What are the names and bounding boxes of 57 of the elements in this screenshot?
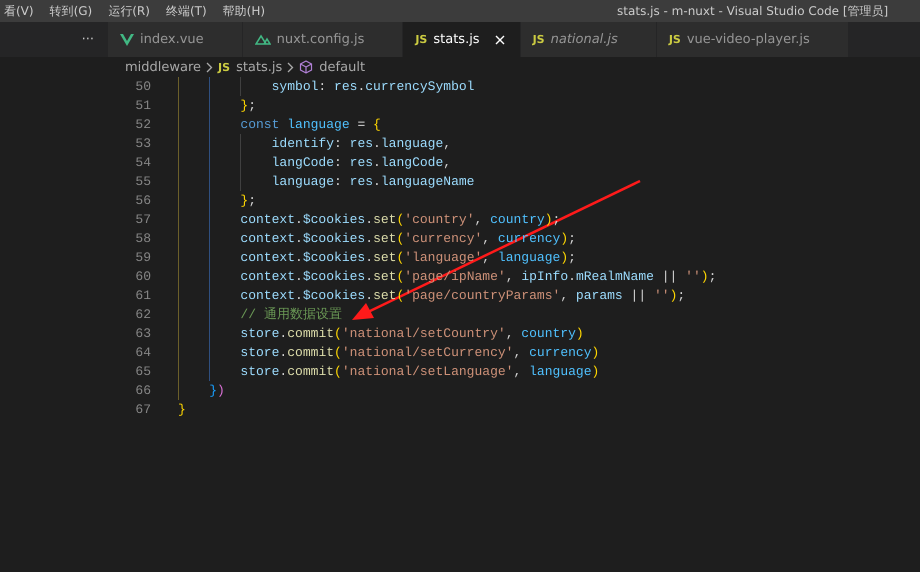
editor-tab[interactable]: JS national.js: [520, 22, 657, 57]
code-line: };: [178, 96, 256, 115]
editor-tab[interactable]: JS stats.js: [403, 22, 521, 57]
line-number: 50: [134, 78, 152, 96]
line-number: 58: [134, 230, 152, 248]
line-number: 64: [134, 344, 152, 362]
more-actions-button[interactable]: ···: [82, 32, 94, 47]
line-number: 61: [134, 287, 152, 305]
close-icon[interactable]: [494, 34, 506, 46]
editor-tab[interactable]: index.vue: [108, 22, 243, 57]
line-number: 51: [134, 97, 152, 115]
menu-item[interactable]: 看(V): [0, 2, 42, 20]
code-line: langCode: res.langCode,: [178, 153, 452, 172]
code-line: identify: res.language,: [178, 134, 452, 153]
chevron-icon: [206, 62, 214, 72]
code-line: }: [178, 401, 186, 419]
line-number: 59: [134, 249, 152, 267]
code-line: language: res.languageName: [178, 172, 474, 191]
v-logo-icon: [120, 34, 134, 46]
editor-tab[interactable]: JS vue-video-player.js: [656, 22, 849, 57]
code-line: store.commit('national/setLanguage', language): [178, 362, 600, 381]
breadcrumb-item[interactable]: default: [319, 60, 366, 74]
line-number: 52: [134, 116, 152, 134]
line-number: 56: [134, 192, 152, 210]
menu-item[interactable]: 帮助(H): [214, 2, 274, 20]
line-number: 57: [134, 211, 152, 229]
line-number: 54: [134, 154, 152, 172]
mountain-icon: [254, 34, 271, 45]
code-line: }): [178, 381, 225, 400]
code-line: // 通用数据设置: [178, 305, 342, 324]
line-number: 62: [134, 306, 152, 324]
js-icon: JS: [668, 33, 681, 46]
line-number: 65: [134, 363, 152, 381]
breadcrumb-item[interactable]: stats.js: [236, 60, 282, 74]
editor-tab[interactable]: nuxt.config.js: [242, 22, 404, 57]
line-number: 60: [134, 268, 152, 286]
line-number: 63: [134, 325, 152, 343]
code-line: symbol: res.currencySymbol: [178, 77, 474, 96]
js-icon: JS: [532, 33, 545, 46]
code-line: store.commit('national/setCurrency', currency): [178, 343, 600, 362]
code-line: store.commit('national/setCountry', country): [178, 324, 584, 343]
menu-item[interactable]: 终端(T): [158, 2, 215, 20]
js-icon: JS: [415, 33, 428, 46]
window-title: stats.js - m-nuxt - Visual Studio Code [管理员]: [617, 2, 888, 20]
js-icon: JS: [218, 60, 230, 74]
line-number: 66: [134, 382, 152, 400]
chevron-icon: [287, 62, 294, 72]
menu-item[interactable]: 运行(R): [100, 2, 158, 20]
code-line: const language = {: [178, 115, 381, 134]
cube-icon: [299, 60, 314, 74]
line-number: 55: [134, 173, 152, 191]
menu-item[interactable]: 转到(G): [42, 2, 100, 20]
code-line: };: [178, 191, 256, 210]
line-number: 53: [134, 135, 152, 153]
line-number: 67: [134, 401, 152, 419]
breadcrumb-item[interactable]: middleware: [125, 60, 202, 74]
code-line: context.$cookies.set('language', language);: [178, 248, 576, 267]
